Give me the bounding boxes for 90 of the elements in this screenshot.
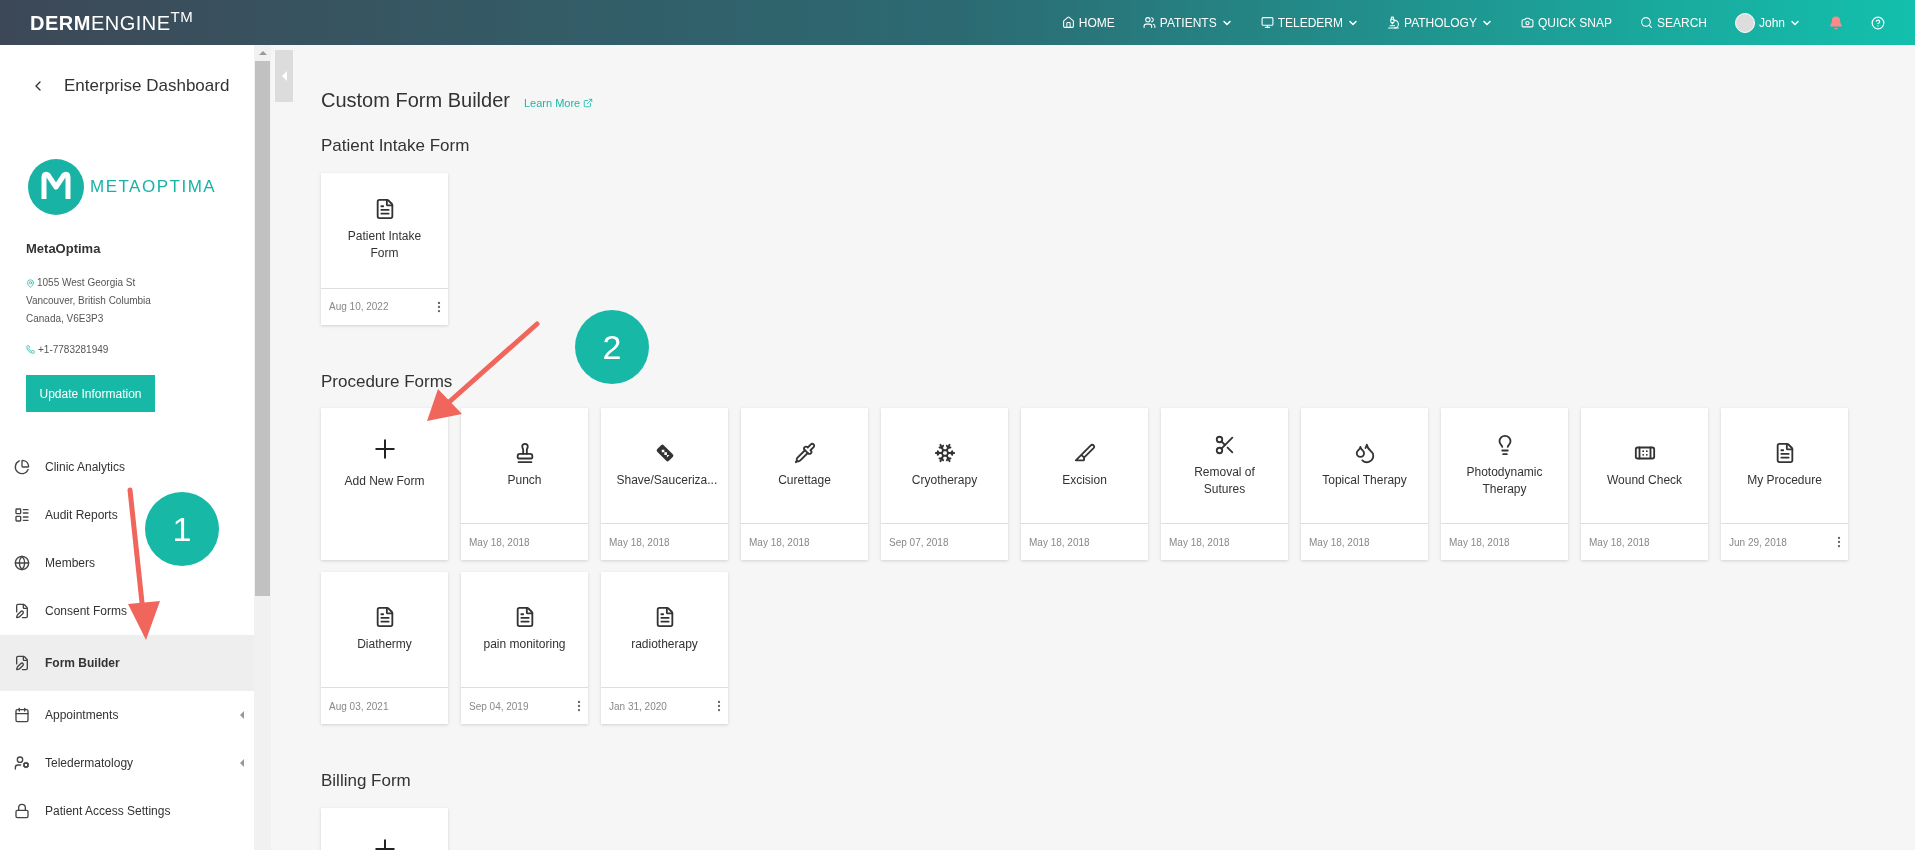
scrollbar-thumb[interactable] [255, 61, 270, 596]
card-date: May 18, 2018 [469, 535, 530, 550]
form-card[interactable]: Removal of Sutures May 18, 2018 [1161, 408, 1288, 560]
external-link-icon [583, 98, 594, 109]
card-label: Removal of Sutures [1193, 463, 1256, 498]
pipette-icon [793, 442, 816, 464]
edit-document-icon [14, 655, 30, 671]
list-icon [14, 507, 30, 523]
section-heading: Billing Form [321, 770, 412, 792]
card-label: Patient Intake Form [346, 228, 423, 262]
page-title: Custom Form Builder [321, 88, 510, 113]
card-label: pain monitoring [483, 636, 566, 653]
card-label: Diathermy [357, 636, 412, 653]
lock-icon [14, 803, 30, 819]
collapse-sidebar-tab[interactable] [275, 50, 293, 102]
scroll-up-arrow-icon[interactable] [258, 51, 267, 55]
form-card[interactable]: Curettage May 18, 2018 [741, 408, 868, 560]
form-card[interactable]: Wound Check May 18, 2018 [1581, 408, 1708, 560]
form-card[interactable]: Patient Intake Form Aug 10, 2022 [321, 172, 448, 325]
card-date: May 18, 2018 [609, 535, 670, 550]
card-label: Wound Check [1606, 472, 1683, 489]
section-heading: Procedure Forms [321, 370, 454, 393]
knife-icon [1073, 442, 1096, 464]
form-card[interactable]: Diathermy Aug 03, 2021 [321, 572, 448, 724]
card-label: Cryotherapy [911, 472, 978, 489]
camera-icon [1520, 16, 1534, 29]
avatar-icon [1734, 12, 1755, 33]
location-pin-icon [26, 278, 35, 288]
edit-document-icon [14, 603, 30, 619]
droplets-icon [1353, 442, 1376, 464]
address-line: Canada, V6E3P3 [26, 312, 104, 326]
section-heading: Patient Intake Form [321, 135, 471, 157]
form-card[interactable]: radiotherapy Jan 31, 2020 [601, 572, 728, 724]
card-label: Curettage [778, 472, 831, 489]
card-date: Aug 03, 2021 [329, 699, 389, 714]
nav-link[interactable]: TELEDERM [1260, 13, 1360, 32]
card-date: May 18, 2018 [1029, 535, 1090, 550]
phone-icon [26, 345, 35, 354]
help-icon[interactable] [1871, 15, 1885, 30]
form-card[interactable]: Photodynamic Therapy May 18, 2018 [1441, 408, 1568, 560]
address-line: Vancouver, British Columbia [26, 294, 151, 308]
card-label: Photodynamic Therapy [1465, 463, 1544, 498]
card-date: May 18, 2018 [749, 535, 810, 550]
calendar-icon [14, 707, 30, 723]
nav-link[interactable]: PATHOLOGY [1387, 13, 1493, 32]
card-date: Jun 29, 2018 [1729, 535, 1787, 550]
card-label: radiotherapy [631, 636, 698, 653]
card-date: May 18, 2018 [1309, 535, 1370, 550]
card-date: Sep 07, 2018 [889, 535, 949, 550]
org-name: MetaOptima [25, 239, 102, 258]
card-date: Jan 31, 2020 [609, 699, 667, 714]
card-date: May 18, 2018 [1169, 535, 1230, 550]
snowflake-icon [933, 442, 956, 464]
card-date: May 18, 2018 [1449, 535, 1510, 550]
form-card[interactable]: Excision May 18, 2018 [1021, 408, 1148, 560]
pie-chart-icon [14, 459, 30, 475]
microscope-icon [1387, 16, 1401, 29]
company-logo-text: METAOPTIMA [90, 175, 217, 198]
home-icon [1061, 16, 1075, 29]
phone-number: +1-7783281949 [38, 343, 109, 357]
logo-m-icon [28, 158, 84, 215]
card-label: Add New Form [344, 473, 425, 490]
card-date: Aug 10, 2022 [329, 300, 389, 314]
add-form-card[interactable]: Add New Form [321, 408, 448, 560]
step-number-badge: 2 [575, 310, 649, 384]
form-card[interactable]: pain monitoring Sep 04, 2019 [461, 572, 588, 724]
card-date: May 18, 2018 [1589, 535, 1650, 550]
app-logo[interactable]: DERMENGINE$^{TM}$ [30, 7, 194, 38]
user-icon [14, 755, 30, 771]
nav-link[interactable]: HOME [1061, 13, 1115, 32]
back-link[interactable]: Enterprise Dashboard [0, 45, 254, 99]
nav-link[interactable]: PATIENTS [1142, 13, 1233, 32]
form-card[interactable]: Topical Therapy May 18, 2018 [1301, 408, 1428, 560]
form-card[interactable]: Shave/Sauceriza... May 18, 2018 [601, 408, 728, 560]
scissors-icon [1213, 433, 1236, 456]
card-label: My Procedure [1747, 472, 1822, 489]
card-label: Topical Therapy [1322, 472, 1407, 489]
search-icon [1639, 16, 1653, 29]
monitor-icon [1260, 16, 1274, 29]
card-label: Excision [1062, 472, 1107, 489]
form-card[interactable]: My Procedure Jun 29, 2018 [1721, 408, 1848, 560]
form-card[interactable]: Punch May 18, 2018 [461, 408, 588, 560]
card-date: Sep 04, 2019 [469, 699, 529, 714]
globe-icon [14, 555, 30, 571]
address-line: 1055 West Georgia St [37, 276, 136, 290]
form-card[interactable]: Cryotherapy Sep 07, 2018 [881, 408, 1008, 560]
card-label: Punch [507, 472, 542, 489]
collapse-arrow-icon [281, 71, 287, 81]
people-icon [1142, 16, 1156, 29]
sidebar-item[interactable]: Form Builder [0, 635, 254, 691]
